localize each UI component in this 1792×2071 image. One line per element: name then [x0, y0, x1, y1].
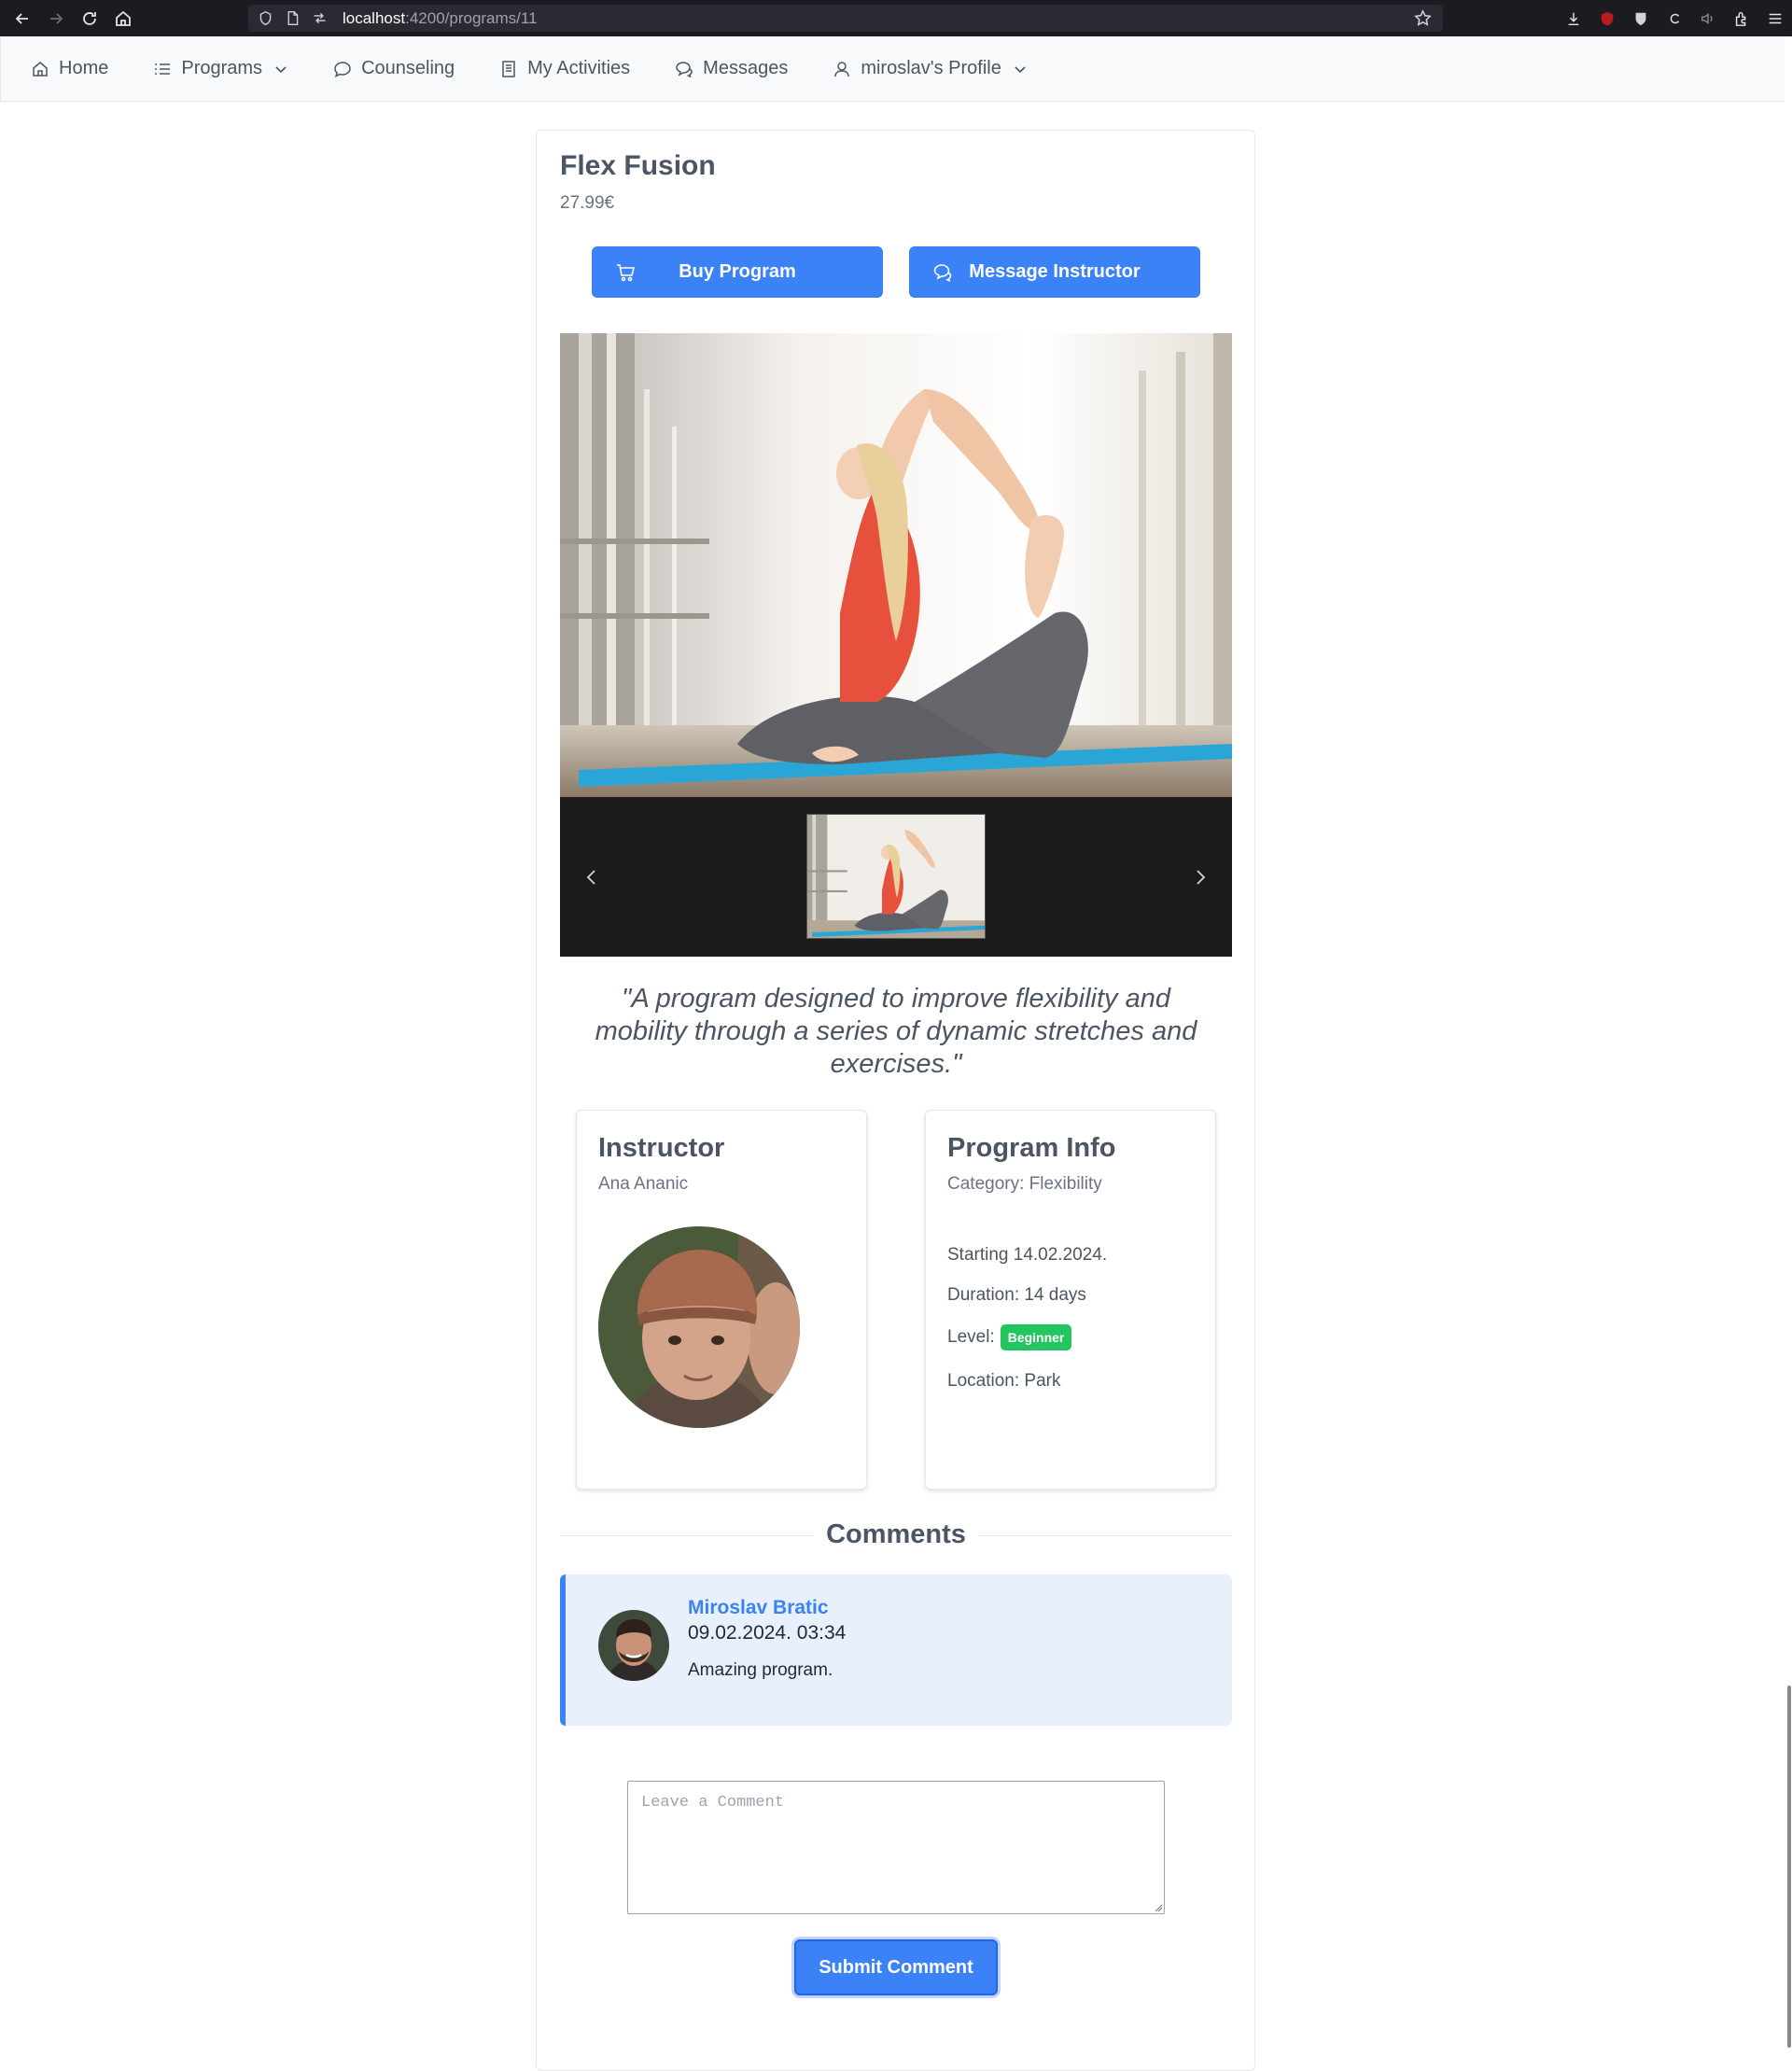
user-icon: [834, 61, 850, 77]
list-icon: [155, 63, 171, 75]
speaker-icon[interactable]: [1691, 10, 1725, 27]
bitwarden-icon[interactable]: [1624, 10, 1658, 27]
permissions-icon[interactable]: [312, 10, 328, 26]
nav-messages[interactable]: Messages: [675, 58, 788, 79]
level-label: Level:: [947, 1327, 995, 1347]
instructor-panel: Instructor Ana Ananic: [576, 1110, 867, 1490]
address-bar[interactable]: localhost:4200/programs/11: [248, 5, 1443, 32]
comment-textarea[interactable]: [627, 1781, 1165, 1914]
chevron-left-icon: [586, 870, 595, 885]
back-button[interactable]: [6, 0, 39, 36]
nav-my-activities[interactable]: My Activities: [499, 58, 630, 79]
shopping-cart-icon: [617, 264, 636, 282]
comment-date: 09.02.2024. 03:34: [688, 1622, 847, 1644]
chevron-down-icon: [1015, 65, 1026, 73]
comments-icon: [933, 264, 952, 283]
resize-grip-icon[interactable]: [1154, 1903, 1163, 1912]
gallery-thumbnail[interactable]: [806, 814, 986, 939]
gallery-prev-button[interactable]: [575, 861, 609, 894]
chevron-down-icon: [275, 65, 287, 73]
chat-bubble-icon: [334, 61, 351, 77]
instructor-avatar: [598, 1226, 800, 1428]
book-icon: [502, 60, 515, 77]
gallery-next-button[interactable]: [1183, 861, 1217, 894]
main-navbar: Home Programs Counseling My Activities M…: [0, 36, 1785, 102]
comment-item: Miroslav Bratic 09.02.2024. 03:34 Amazin…: [560, 1574, 1232, 1726]
program-category: Category: Flexibility: [947, 1174, 1102, 1194]
message-instructor-label: Message Instructor: [969, 261, 1141, 282]
nav-counseling[interactable]: Counseling: [333, 58, 455, 79]
chevron-right-icon: [1197, 870, 1206, 885]
home-icon: [116, 10, 131, 26]
nav-counseling-label: Counseling: [361, 58, 455, 78]
arrow-right-icon: [50, 12, 63, 24]
download-icon[interactable]: [1557, 10, 1590, 27]
instructor-heading: Instructor: [598, 1133, 725, 1163]
nav-messages-label: Messages: [703, 58, 789, 78]
home-browser-button[interactable]: [106, 0, 140, 36]
divider-line-right: [978, 1535, 1232, 1536]
yoga-thumbnail: [807, 815, 985, 938]
nav-programs[interactable]: Programs: [153, 58, 288, 79]
sync-icon[interactable]: [1658, 10, 1691, 27]
comment-author-name[interactable]: Miroslav Bratic: [688, 1597, 829, 1619]
gallery-thumbnail-strip: [560, 797, 1232, 957]
program-info-heading: Program Info: [947, 1133, 1116, 1163]
home-icon: [33, 61, 48, 77]
nav-home-label: Home: [59, 58, 109, 78]
program-start-date: Starting 14.02.2024.: [947, 1245, 1108, 1265]
browser-extensions: [1557, 0, 1792, 36]
browser-toolbar: localhost:4200/programs/11: [0, 0, 1792, 36]
program-duration: Duration: 14 days: [947, 1285, 1086, 1305]
nav-profile-label: miroslav's Profile: [861, 58, 1001, 78]
reload-icon: [83, 11, 96, 25]
bookmark-star-icon[interactable]: [1414, 9, 1432, 32]
forward-button[interactable]: [39, 0, 73, 36]
reload-button[interactable]: [73, 0, 106, 36]
url-text: localhost:4200/programs/11: [343, 8, 538, 27]
program-info-panel: Program Info Category: Flexibility Start…: [925, 1110, 1216, 1490]
yoga-photo: [560, 333, 1232, 797]
nav-my-activities-label: My Activities: [527, 58, 631, 78]
level-badge: Beginner: [1000, 1324, 1072, 1350]
menu-icon[interactable]: [1758, 10, 1792, 27]
nav-profile[interactable]: miroslav's Profile: [833, 58, 1028, 79]
comments-divider: Comments: [560, 1519, 1232, 1551]
arrow-left-icon: [15, 12, 28, 24]
message-instructor-button[interactable]: Message Instructor: [909, 246, 1200, 298]
buy-program-button[interactable]: Buy Program: [592, 246, 883, 298]
page-icon: [285, 10, 301, 26]
program-location: Location: Park: [947, 1371, 1061, 1391]
comments-icon: [676, 61, 693, 77]
instructor-name: Ana Ananic: [598, 1174, 689, 1194]
submit-comment-button[interactable]: Submit Comment: [794, 1939, 998, 1995]
buy-program-label: Buy Program: [679, 261, 796, 282]
extensions-icon[interactable]: [1725, 10, 1758, 27]
gallery-main-image[interactable]: [560, 333, 1232, 797]
nav-programs-label: Programs: [181, 58, 263, 78]
program-level: Level: Beginner: [947, 1324, 1072, 1350]
comment-text: Amazing program.: [688, 1660, 833, 1680]
ublock-icon[interactable]: [1590, 10, 1624, 27]
program-title: Flex Fusion: [560, 150, 716, 181]
program-price: 27.99€: [560, 193, 615, 213]
scrollbar-thumb[interactable]: [1787, 1686, 1791, 2048]
comment-author-avatar: [598, 1610, 669, 1681]
shield-icon[interactable]: [258, 10, 273, 26]
nav-home[interactable]: Home: [31, 58, 108, 79]
program-description: "A program designed to improve flexibili…: [595, 984, 1197, 1079]
